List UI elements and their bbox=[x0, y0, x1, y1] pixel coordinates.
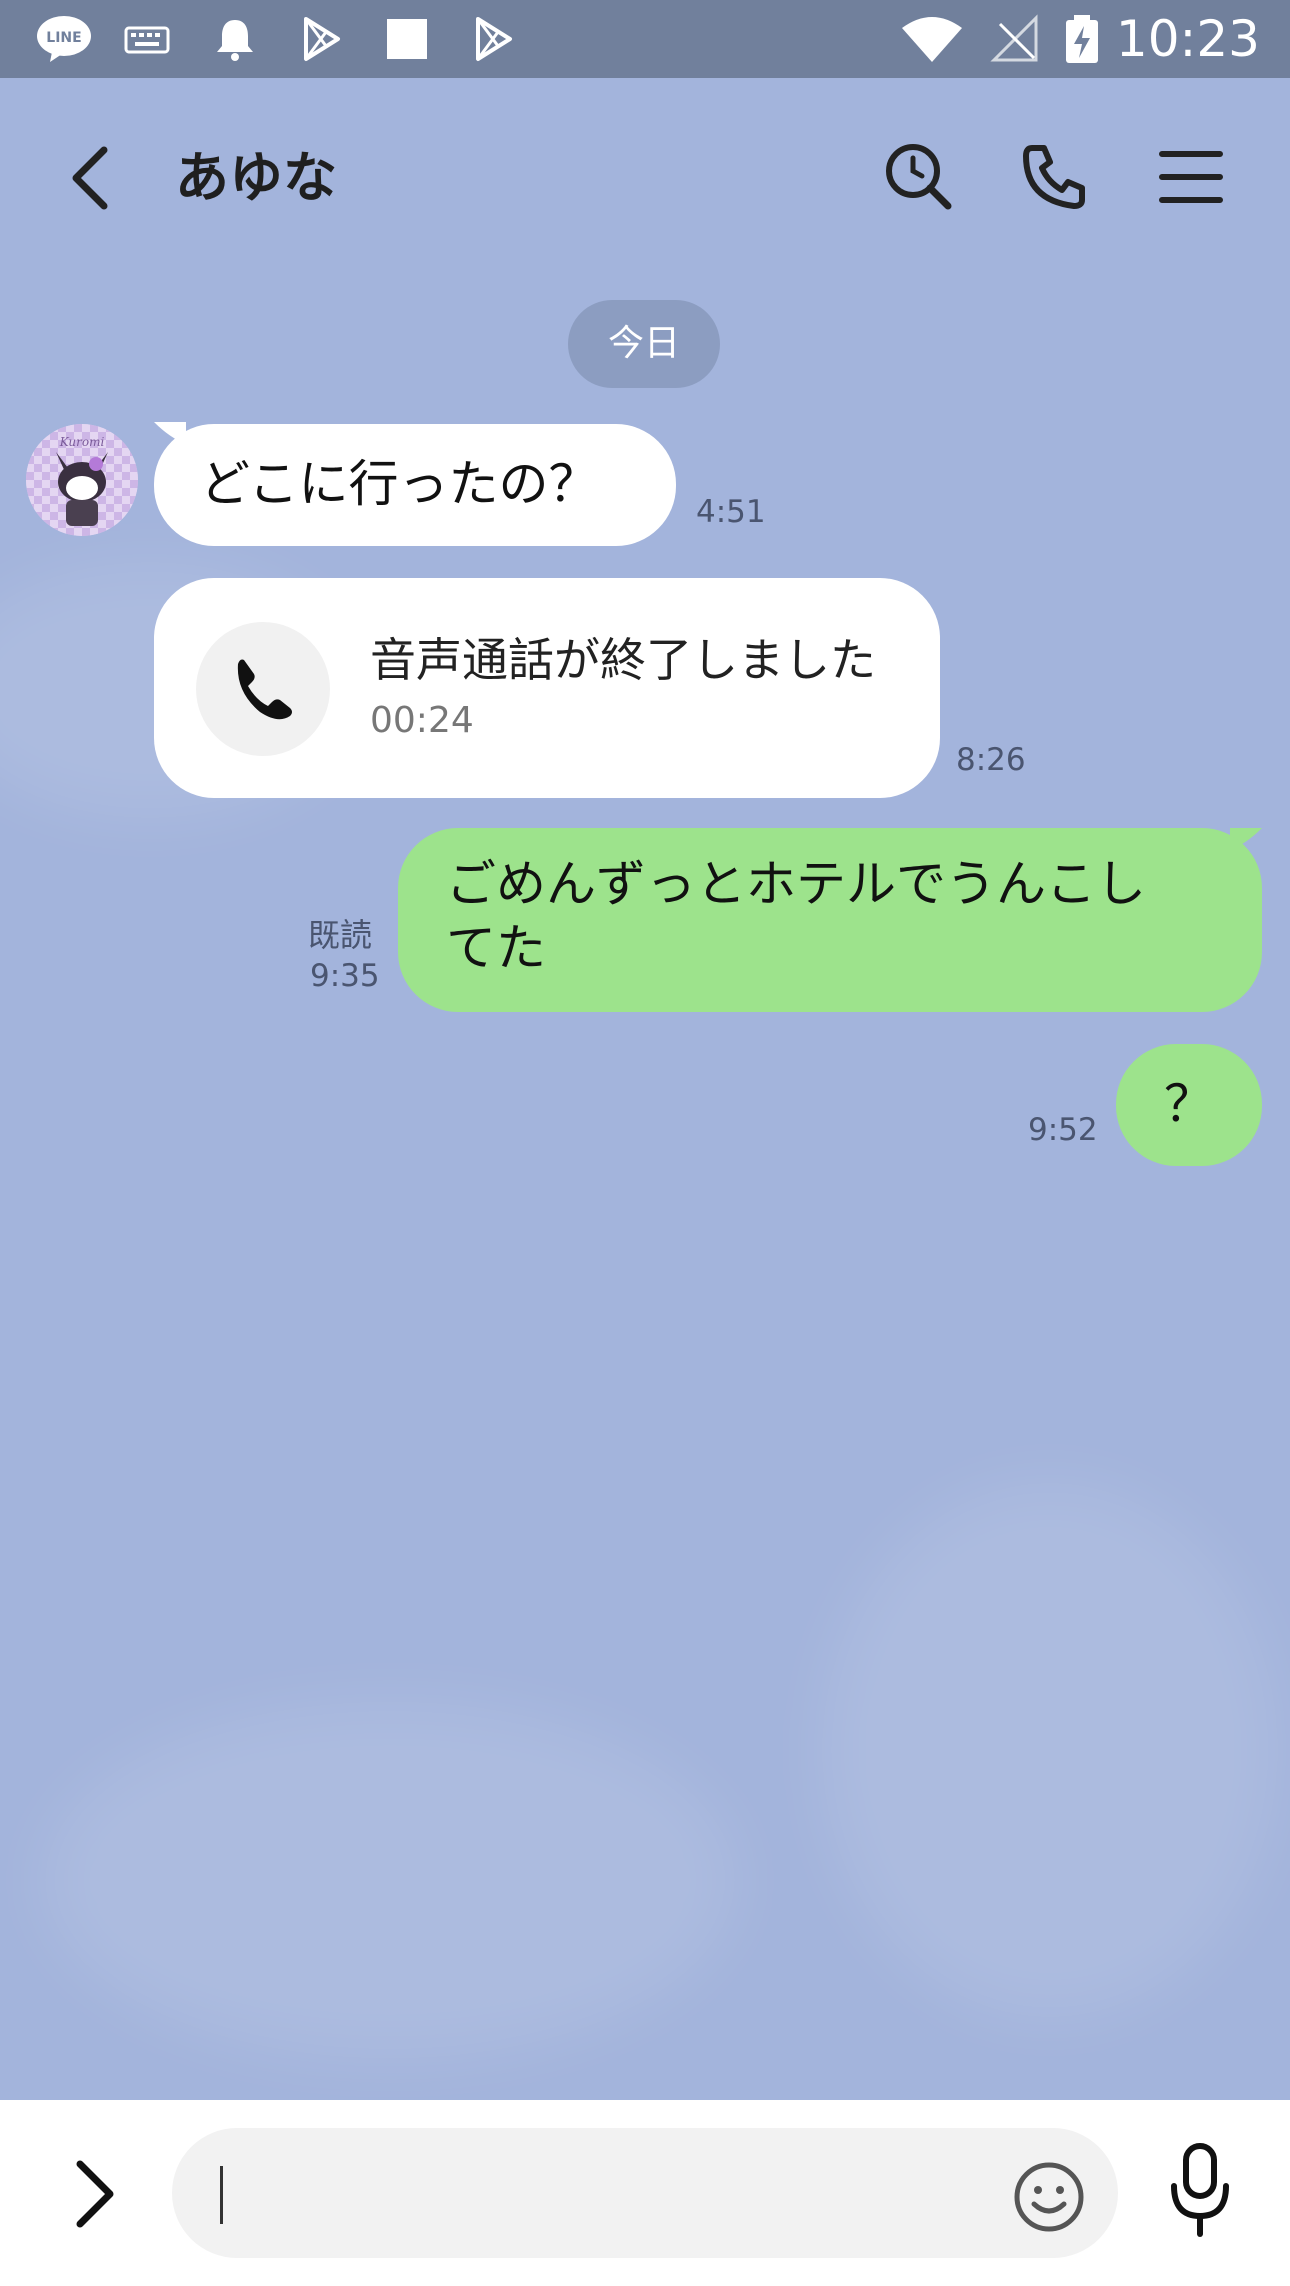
emoji-icon[interactable] bbox=[1012, 2160, 1086, 2234]
search-icon[interactable] bbox=[882, 140, 956, 214]
phone-icon bbox=[237, 659, 292, 720]
call-icon-circle bbox=[196, 622, 330, 756]
call-title: 音声通話が終了しました bbox=[370, 633, 876, 687]
background-cloud bbox=[820, 1480, 1280, 2020]
message-text-line-1: ごめんずっとホテルでうんこし bbox=[446, 855, 1146, 913]
square-icon bbox=[387, 19, 427, 59]
message-bubble-sent[interactable]: ごめんずっとホテルでうんこし てた bbox=[398, 828, 1262, 1012]
status-bar: LINE 10:23 bbox=[0, 0, 1290, 78]
avatar-image: Kuromi bbox=[26, 424, 138, 536]
message-time: 4:51 bbox=[696, 494, 766, 530]
svg-text:Kuromi: Kuromi bbox=[59, 435, 105, 449]
battery-charging-icon bbox=[1066, 15, 1098, 63]
play-store-icon bbox=[476, 17, 512, 61]
input-bar bbox=[0, 2100, 1290, 2286]
message-input[interactable] bbox=[172, 2128, 1118, 2258]
message-time: 9:35 bbox=[310, 958, 380, 994]
back-chevron-icon[interactable] bbox=[60, 138, 120, 218]
message-bubble-sent[interactable]: ？ bbox=[1116, 1044, 1262, 1166]
message-time: 9:52 bbox=[1028, 1112, 1098, 1148]
notification-bell-icon bbox=[217, 20, 253, 61]
svg-text:LINE: LINE bbox=[46, 30, 81, 46]
chat-title: あゆな bbox=[175, 146, 337, 209]
status-time: 10:23 bbox=[1115, 10, 1260, 68]
message-text: どこに行ったの？ bbox=[200, 455, 599, 513]
message-time: 8:26 bbox=[956, 742, 1026, 778]
menu-icon[interactable] bbox=[1154, 140, 1228, 214]
microphone-icon[interactable] bbox=[1164, 2140, 1236, 2240]
no-signal-icon bbox=[990, 14, 1038, 62]
line-app-icon: LINE bbox=[37, 16, 91, 62]
call-bubble[interactable]: 音声通話が終了しました 00:24 bbox=[154, 578, 940, 798]
read-receipt: 既読 bbox=[308, 916, 373, 954]
expand-chevron-icon[interactable] bbox=[70, 2156, 120, 2232]
message-text-line-2: てた bbox=[446, 919, 546, 977]
phone-icon[interactable] bbox=[1018, 140, 1092, 214]
avatar[interactable]: Kuromi bbox=[26, 424, 138, 536]
wifi-icon bbox=[902, 17, 962, 62]
date-separator: 今日 bbox=[568, 300, 720, 388]
chat-header: あゆな bbox=[0, 78, 1290, 278]
message-bubble-received[interactable]: どこに行ったの？ bbox=[154, 424, 676, 546]
play-store-icon bbox=[304, 17, 340, 61]
background-cloud bbox=[40, 1700, 740, 2060]
call-duration: 00:24 bbox=[370, 700, 474, 741]
message-text: ？ bbox=[1164, 1075, 1214, 1133]
keyboard-icon bbox=[124, 26, 170, 54]
text-caret bbox=[220, 2166, 223, 2224]
